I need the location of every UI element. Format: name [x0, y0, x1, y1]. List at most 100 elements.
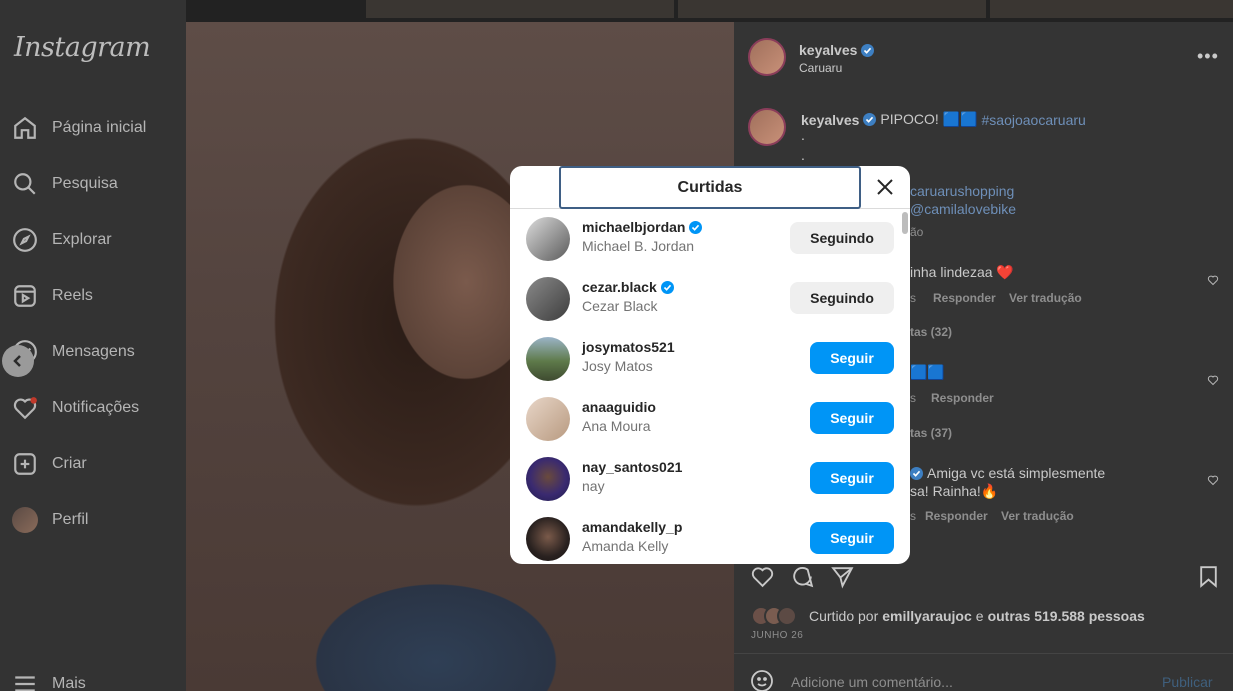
username[interactable]: cezar.black: [582, 279, 657, 295]
sidebar-item-label: Criar: [52, 455, 87, 472]
caption-line: keyalves PIPOCO! 🟦🟦 #saojoaocaruaru: [801, 111, 1086, 128]
list-item[interactable]: cezar.black Cezar Black Seguindo: [526, 273, 894, 325]
like-heart-icon[interactable]: [750, 564, 775, 589]
thumbnail[interactable]: [366, 0, 674, 18]
avatar[interactable]: [526, 397, 570, 441]
username[interactable]: amandakelly_p: [582, 519, 682, 535]
full-name: nay: [582, 478, 605, 494]
previous-button[interactable]: [2, 345, 34, 377]
comment-like-button[interactable]: [1207, 373, 1219, 386]
sidebar-item-home[interactable]: Página inicial: [12, 112, 146, 144]
follow-button[interactable]: Seguir: [810, 522, 894, 554]
view-replies-link[interactable]: tas (32): [910, 325, 952, 339]
sidebar-item-more[interactable]: Mais: [12, 668, 86, 691]
heart-icon: [1207, 275, 1219, 286]
verified-badge-icon: [660, 280, 674, 294]
full-name: Michael B. Jordan: [582, 238, 695, 254]
sidebar-item-label: Perfil: [52, 511, 89, 528]
comment-text: 🟦🟦: [910, 364, 945, 380]
verified-badge-icon: [910, 466, 923, 480]
post-location[interactable]: Caruaru: [799, 61, 842, 75]
comment-meta: s: [910, 391, 916, 405]
menu-icon: [15, 676, 35, 691]
caption-mention[interactable]: @camilalovebike: [910, 201, 1016, 217]
avatar[interactable]: [526, 277, 570, 321]
verified-badge-icon: [689, 220, 703, 234]
instagram-logo[interactable]: Instagram: [14, 32, 151, 63]
username[interactable]: nay_santos021: [582, 459, 682, 475]
username[interactable]: josymatos521: [582, 339, 675, 355]
avatar[interactable]: [526, 217, 570, 261]
caption-dot: .: [801, 127, 805, 143]
sidebar-item-search[interactable]: Pesquisa: [12, 168, 118, 200]
follow-button[interactable]: Seguir: [810, 462, 894, 494]
comment-text: Amiga vc está simplesmente: [927, 465, 1106, 481]
close-button[interactable]: [874, 176, 896, 198]
comment-icon[interactable]: [790, 564, 815, 589]
username[interactable]: michaelbjordan: [582, 219, 685, 235]
emoji-icon[interactable]: [750, 669, 774, 691]
caption-hashtag[interactable]: #saojoaocaruaru: [982, 112, 1086, 128]
follow-button[interactable]: Seguir: [810, 402, 894, 434]
sidebar-item-create[interactable]: Criar: [12, 448, 87, 480]
list-item[interactable]: michaelbjordan Michael B. Jordan Seguind…: [526, 213, 894, 265]
more-options-icon[interactable]: •••: [1197, 46, 1219, 67]
translate-link[interactable]: Ver tradução: [1001, 509, 1074, 523]
avatar[interactable]: [526, 337, 570, 381]
likes-dialog: Curtidas michaelbjordan Michael B. Jorda…: [510, 166, 910, 564]
sidebar-item-reels[interactable]: Reels: [12, 280, 93, 312]
bookmark-icon[interactable]: [1196, 564, 1221, 589]
liked-by-avatars: [751, 606, 805, 626]
liked-by-others-link[interactable]: outras 519.588 pessoas: [988, 608, 1145, 624]
caption-mention[interactable]: caruarushopping: [910, 183, 1014, 199]
following-button[interactable]: Seguindo: [790, 222, 894, 254]
list-item[interactable]: josymatos521 Josy Matos Seguir: [526, 333, 894, 385]
following-button[interactable]: Seguindo: [790, 282, 894, 314]
username-row: amandakelly_p: [582, 519, 682, 535]
full-name: Cezar Black: [582, 298, 658, 314]
heart-icon: [1207, 475, 1219, 486]
list-item[interactable]: amandakelly_p Amanda Kelly Seguir: [526, 513, 894, 564]
full-name: Amanda Kelly: [582, 538, 669, 554]
list-item[interactable]: nay_santos021 nay Seguir: [526, 453, 894, 505]
liked-by-user[interactable]: emillyaraujoc: [882, 608, 972, 624]
comment-input[interactable]: Adicione um comentário...: [791, 674, 953, 690]
reply-link[interactable]: Responder: [925, 509, 988, 523]
sidebar-item-explore[interactable]: Explorar: [12, 224, 112, 256]
caption-text: PIPOCO! 🟦🟦: [880, 111, 978, 127]
caption-avatar[interactable]: [748, 108, 786, 146]
username-row: josymatos521: [582, 339, 675, 355]
dialog-title: Curtidas: [559, 166, 861, 209]
publish-button[interactable]: Publicar: [1162, 674, 1213, 690]
username-row: anaaguidio: [582, 399, 656, 415]
sidebar-item-label: Reels: [52, 287, 93, 304]
sidebar-item-profile[interactable]: Perfil: [12, 504, 88, 536]
author-avatar[interactable]: [748, 38, 786, 76]
sidebar-item-notifications[interactable]: Notificações: [12, 392, 139, 424]
translate-link[interactable]: Ver tradução: [1009, 291, 1082, 305]
comment-like-button[interactable]: [1207, 473, 1219, 486]
username[interactable]: anaaguidio: [582, 399, 656, 415]
comment-meta: s: [910, 291, 916, 305]
full-name: Josy Matos: [582, 358, 653, 374]
avatar[interactable]: [526, 457, 570, 501]
comment-like-button[interactable]: [1207, 273, 1219, 286]
thumbnail[interactable]: [678, 0, 986, 18]
sidebar-nav: Instagram Página inicial Pesquisa Explor…: [0, 0, 186, 691]
caption-username[interactable]: keyalves: [801, 112, 859, 128]
liked-by-prefix: Curtido por: [809, 608, 879, 624]
share-icon[interactable]: [830, 564, 855, 589]
avatar[interactable]: [526, 517, 570, 561]
verified-badge-icon: [861, 43, 875, 57]
thumbnail[interactable]: [990, 0, 1233, 18]
scrollbar[interactable]: [902, 212, 908, 234]
author-username[interactable]: keyalves: [799, 42, 857, 58]
view-replies-link[interactable]: tas (37): [910, 426, 952, 440]
follow-button[interactable]: Seguir: [810, 342, 894, 374]
avatar: [12, 507, 38, 533]
reply-link[interactable]: Responder: [933, 291, 996, 305]
reply-link[interactable]: Responder: [931, 391, 994, 405]
username-row: michaelbjordan: [582, 219, 703, 235]
sidebar-item-label: Explorar: [52, 231, 112, 248]
list-item[interactable]: anaaguidio Ana Moura Seguir: [526, 393, 894, 445]
